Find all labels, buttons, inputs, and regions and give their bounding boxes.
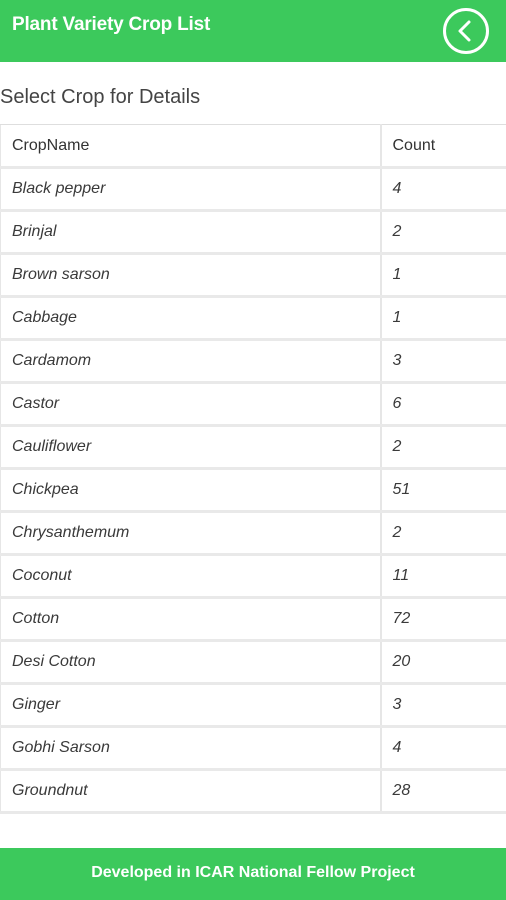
crop-name-cell[interactable]: Gobhi Sarson [0,726,382,771]
section-title: Select Crop for Details [0,86,201,108]
table-row[interactable]: Cardamom 3 [0,339,506,384]
table-row[interactable]: Desi Cotton 20 [0,640,506,685]
crop-table: CropName Count Black pepper 4 Brinjal 2 Brow… [0,124,506,814]
table-row[interactable]: Chrysanthemum 2 [0,511,506,556]
crop-table-container[interactable]: CropName Count Black pepper 4 Brinjal 2 Brow… [0,124,506,848]
crop-name-cell[interactable]: Cardamom [0,339,382,384]
app-header: Plant Variety Crop List [0,0,506,62]
crop-count-cell[interactable]: 2 [380,511,506,556]
crop-name-cell[interactable]: Castor [0,382,382,427]
chevron-left-icon [458,20,471,42]
crop-name-cell[interactable]: Chrysanthemum [0,511,382,556]
table-row[interactable]: Castor 6 [0,382,506,427]
column-header-count: Count [380,124,506,169]
footer-text: Developed in ICAR National Fellow Projec… [91,864,415,881]
page-title: Plant Variety Crop List [12,14,211,35]
crop-name-cell[interactable]: Ginger [0,683,382,728]
table-row[interactable]: Groundnut 28 [0,769,506,814]
table-row[interactable]: Cotton 72 [0,597,506,642]
table-row[interactable]: Brown sarson 1 [0,253,506,298]
crop-count-cell[interactable]: 20 [380,640,506,685]
column-header-cropname: CropName [0,124,382,169]
footer: Developed in ICAR National Fellow Projec… [0,848,506,900]
crop-count-cell[interactable]: 2 [380,425,506,470]
crop-count-cell[interactable]: 11 [380,554,506,599]
table-row[interactable]: Chickpea 51 [0,468,506,513]
table-row[interactable]: Cabbage 1 [0,296,506,341]
crop-name-cell[interactable]: Cauliflower [0,425,382,470]
crop-name-cell[interactable]: Chickpea [0,468,382,513]
crop-name-cell[interactable]: Groundnut [0,769,382,814]
back-button[interactable] [443,8,489,54]
crop-count-cell[interactable]: 3 [380,339,506,384]
crop-name-cell[interactable]: Black pepper [0,167,382,212]
table-row[interactable]: Cauliflower 2 [0,425,506,470]
crop-count-cell[interactable]: 2 [380,210,506,255]
crop-count-cell[interactable]: 4 [380,167,506,212]
table-row[interactable]: Coconut 11 [0,554,506,599]
crop-count-cell[interactable]: 6 [380,382,506,427]
table-row[interactable]: Brinjal 2 [0,210,506,255]
crop-count-cell[interactable]: 51 [380,468,506,513]
crop-count-cell[interactable]: 1 [380,253,506,298]
crop-name-cell[interactable]: Brown sarson [0,253,382,298]
crop-name-cell[interactable]: Coconut [0,554,382,599]
crop-count-cell[interactable]: 28 [380,769,506,814]
table-header-row: CropName Count [0,124,506,169]
crop-name-cell[interactable]: Cabbage [0,296,382,341]
crop-name-cell[interactable]: Brinjal [0,210,382,255]
table-row[interactable]: Gobhi Sarson 4 [0,726,506,771]
crop-name-cell[interactable]: Desi Cotton [0,640,382,685]
crop-count-cell[interactable]: 72 [380,597,506,642]
table-row[interactable]: Ginger 3 [0,683,506,728]
table-row[interactable]: Black pepper 4 [0,167,506,212]
crop-name-cell[interactable]: Cotton [0,597,382,642]
crop-count-cell[interactable]: 1 [380,296,506,341]
crop-count-cell[interactable]: 4 [380,726,506,771]
crop-count-cell[interactable]: 3 [380,683,506,728]
